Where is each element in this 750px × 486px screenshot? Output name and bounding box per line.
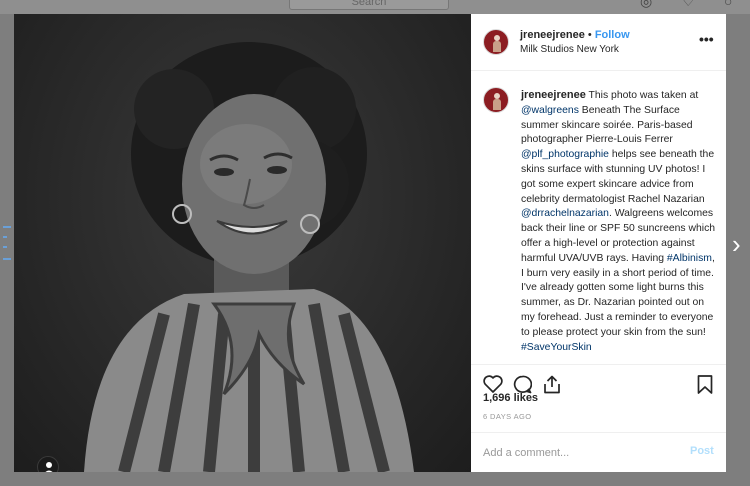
portrait-image: [84, 42, 414, 472]
modal-backdrop-bottom[interactable]: [14, 472, 726, 486]
post-comment-button[interactable]: Post: [690, 445, 714, 457]
user-tag-button[interactable]: [37, 456, 59, 472]
caption-section: jreneejrenee This photo was taken at @wa…: [471, 71, 726, 365]
mention-link[interactable]: @drrachelnazarian: [521, 208, 609, 219]
location-link[interactable]: Milk Studios New York: [520, 44, 619, 55]
comment-box: Post: [471, 432, 726, 472]
caption-segment: , I burn very easily in a short period o…: [521, 252, 715, 338]
share-icon[interactable]: [543, 375, 561, 394]
post-header: jreneejrenee • Follow Milk Studios New Y…: [471, 14, 726, 71]
header-separator: •: [587, 29, 592, 41]
likes-count[interactable]: 1,696 likes: [483, 392, 538, 404]
caption-text: jreneejrenee This photo was taken at @wa…: [521, 88, 719, 355]
post-photo[interactable]: [14, 14, 471, 472]
next-arrow-icon[interactable]: ›: [732, 230, 748, 258]
bookmark-icon[interactable]: [697, 375, 713, 394]
caption-avatar[interactable]: [483, 87, 509, 113]
avatar[interactable]: [483, 29, 509, 55]
mention-link[interactable]: @walgreens: [521, 105, 579, 116]
background-page-fragment: [0, 226, 14, 266]
more-icon[interactable]: •••: [699, 32, 714, 46]
follow-button[interactable]: Follow: [595, 29, 630, 41]
comment-input[interactable]: [483, 445, 673, 461]
post-details-panel: jreneejrenee • Follow Milk Studios New Y…: [471, 14, 726, 472]
hashtag-link[interactable]: #SaveYourSkin: [521, 342, 592, 353]
header-username[interactable]: jreneejrenee: [520, 29, 585, 41]
caption-segment: This photo was taken at: [585, 90, 699, 101]
post-timestamp[interactable]: 6 DAYS AGO: [483, 412, 531, 421]
background-search-input: Search: [289, 0, 449, 10]
mention-link[interactable]: @plf_photographie: [521, 149, 609, 160]
profile-icon: ○: [724, 0, 733, 9]
heart-icon[interactable]: [483, 375, 503, 393]
user-tag-icon: [45, 462, 53, 472]
compass-icon: ◎: [640, 0, 653, 9]
heart-icon: ♡: [682, 0, 695, 9]
hashtag-link[interactable]: #Albinism: [667, 253, 712, 264]
caption-username[interactable]: jreneejrenee: [521, 89, 586, 101]
